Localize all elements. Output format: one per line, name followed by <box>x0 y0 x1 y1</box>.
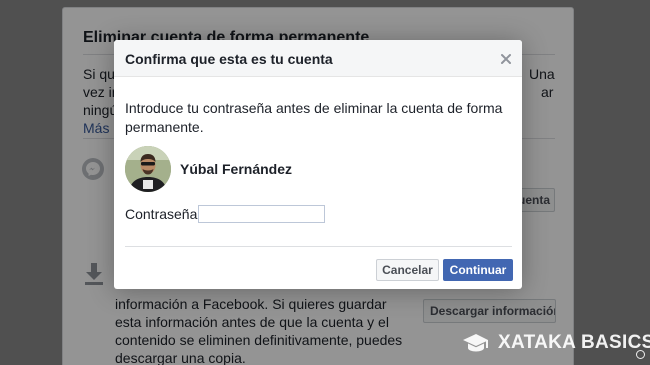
dialog-instructions-line: Introduce tu contraseña antes de elimina… <box>125 100 503 116</box>
avatar <box>125 146 171 192</box>
close-icon <box>501 54 511 64</box>
dialog-instructions-line: permanente. <box>125 119 204 135</box>
continue-button[interactable]: Continuar <box>443 259 513 281</box>
graduation-cap-icon <box>463 334 488 352</box>
dialog-title: Confirma que esta es tu cuenta <box>125 51 333 67</box>
cancel-button[interactable]: Cancelar <box>376 259 439 281</box>
watermark-text: XATAKA BASICS <box>498 332 650 353</box>
close-button[interactable] <box>498 51 514 67</box>
account-user-name: Yúbal Fernández <box>180 161 293 177</box>
registered-mark-icon <box>636 350 645 359</box>
watermark: XATAKA BASICS <box>462 330 650 359</box>
dialog-header: Confirma que esta es tu cuenta <box>114 40 522 77</box>
dialog-divider <box>125 246 512 247</box>
dialog-instructions: Introduce tu contraseña antes de elimina… <box>125 99 515 137</box>
password-label: Contraseña: <box>125 206 202 222</box>
password-input[interactable] <box>198 205 325 223</box>
confirm-account-dialog: Confirma que esta es tu cuenta Introduce… <box>114 40 522 289</box>
